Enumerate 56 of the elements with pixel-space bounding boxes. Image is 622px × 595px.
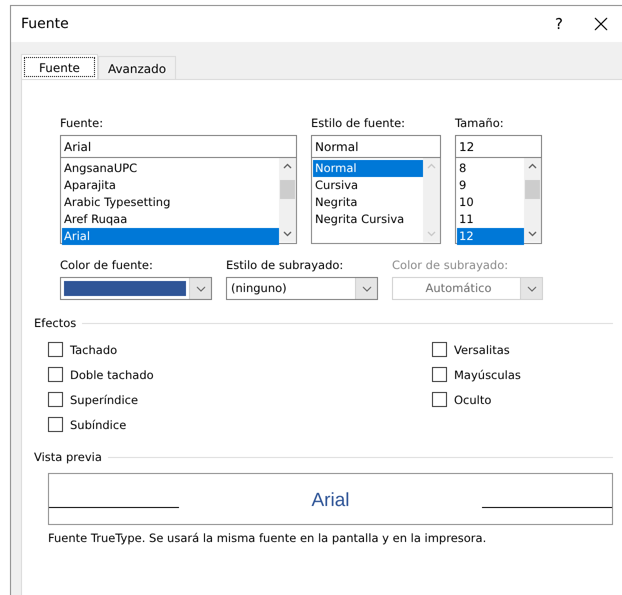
list-item[interactable]: 12 [457, 228, 524, 245]
checkbox-label: Oculto [454, 392, 492, 406]
list-item[interactable]: Normal [313, 160, 423, 177]
field-label: Fuente: [60, 116, 104, 132]
chevron-down-icon [526, 286, 536, 292]
scrollbar[interactable] [524, 158, 541, 242]
preview-sample: Arial [310, 490, 350, 512]
checkbox[interactable]: Mayúsculas [432, 365, 582, 384]
field-label: Color de subrayado: [392, 258, 510, 274]
list-item[interactable]: Arabic Typesetting [62, 194, 279, 211]
dropdown[interactable] [60, 277, 212, 300]
list-box[interactable]: 8 9 10 11 12 [455, 158, 542, 244]
checkbox[interactable]: Superíndice [48, 390, 432, 409]
list-item[interactable]: Aparajita [62, 177, 279, 194]
window-title: Fuente [21, 16, 70, 32]
list-item[interactable]: 8 [457, 160, 524, 177]
list-item[interactable]: 10 [457, 194, 524, 211]
checkbox-label: Tachado [70, 342, 118, 356]
field-label: Tamaño: [455, 116, 505, 132]
input-field[interactable]: Arial [60, 135, 297, 158]
help-button[interactable]: ? [539, 9, 579, 39]
field-label: Color de fuente: [60, 258, 154, 274]
list-item[interactable]: Negrita [313, 194, 423, 211]
checkbox-label: Superíndice [70, 392, 138, 406]
dropdown[interactable]: (ninguno) [226, 277, 378, 300]
input-field[interactable]: 12 [455, 135, 542, 158]
list-item[interactable]: Aref Ruqaa [62, 211, 279, 228]
group-title: Efectos [34, 316, 76, 330]
field-label: Estilo de fuente: [311, 116, 406, 132]
list-item[interactable]: AngsanaUPC [62, 160, 279, 177]
group-title: Vista previa [34, 450, 102, 464]
list-item[interactable]: Cursiva [313, 177, 423, 194]
list-box[interactable]: AngsanaUPC Aparajita Arabic Typesetting Aref Ruqaa Arial [60, 158, 297, 244]
checkbox-label: Doble tachado [70, 368, 154, 382]
checkbox-label: Versalitas [454, 342, 510, 356]
checkbox[interactable]: Subíndice [48, 415, 432, 434]
preview-caption: Fuente TrueType. Se usará la misma fuente en la pantalla y en la impresora. [48, 531, 488, 545]
checkbox-label: Subíndice [70, 418, 126, 432]
close-icon [594, 17, 608, 31]
list-box[interactable]: Normal Cursiva Negrita Negrita Cursiva [311, 158, 441, 244]
chevron-down-icon [362, 286, 372, 292]
list-item[interactable]: 9 [457, 177, 524, 194]
chevron-down-icon [196, 286, 206, 292]
checkbox[interactable]: Oculto [432, 390, 582, 409]
checkbox[interactable]: Doble tachado [48, 365, 432, 384]
list-item[interactable]: 11 [457, 211, 524, 228]
checkbox[interactable]: Versalitas [432, 340, 582, 359]
scrollbar[interactable] [279, 158, 296, 242]
field-label: Estilo de subrayado: [226, 258, 344, 274]
list-item[interactable]: Negrita Cursiva [313, 211, 423, 228]
input-field[interactable]: Normal [311, 135, 441, 158]
list-item[interactable]: Arial [62, 228, 279, 245]
checkbox-label: Mayúsculas [454, 368, 521, 382]
checkbox[interactable]: Tachado [48, 340, 432, 359]
tab[interactable]: Avanzado [98, 56, 176, 80]
tab[interactable]: Fuente [21, 54, 98, 80]
